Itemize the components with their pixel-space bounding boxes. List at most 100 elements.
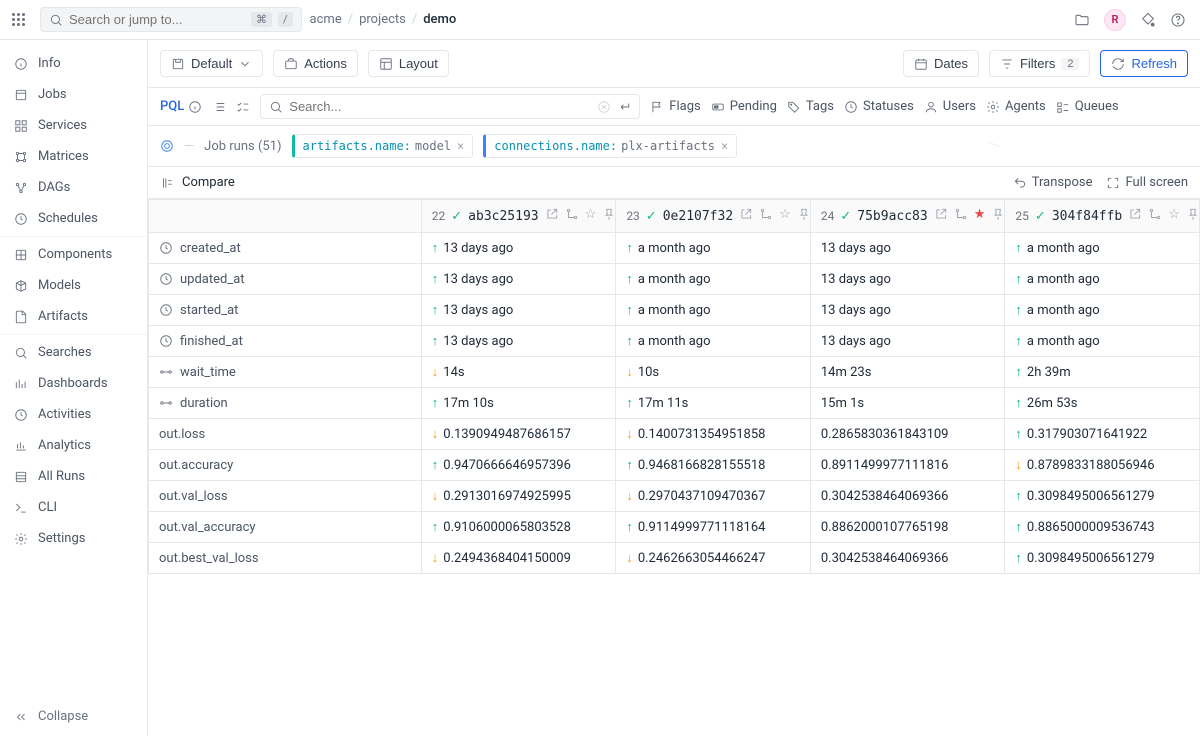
chip-remove[interactable]: ×: [457, 139, 464, 153]
statuses-filter[interactable]: Statuses: [844, 99, 914, 114]
settings-icon: [14, 532, 28, 546]
branch-icon[interactable]: [565, 207, 579, 225]
breadcrumb-item[interactable]: projects: [359, 12, 406, 27]
list-icon[interactable]: [212, 100, 226, 114]
global-search[interactable]: ⌘ /: [40, 7, 302, 32]
enter-icon[interactable]: [617, 100, 631, 114]
arrow-up-icon: [1015, 488, 1022, 504]
run-column-header[interactable]: 23✓0e2107f32☆: [626, 207, 800, 225]
pin-icon[interactable]: [1186, 207, 1200, 225]
pin-icon[interactable]: [797, 207, 811, 225]
metric-cell: 0.9106000065803528: [432, 519, 606, 535]
checklist-icon[interactable]: [236, 100, 250, 114]
sidebar-label: Jobs: [38, 87, 67, 102]
sidebar-item-artifacts[interactable]: Artifacts: [0, 301, 147, 332]
default-dropdown[interactable]: Default: [160, 50, 263, 77]
global-search-input[interactable]: [69, 12, 245, 27]
folder-icon[interactable]: [1074, 12, 1090, 28]
metric-cell: 0.3098495006561279: [1015, 550, 1189, 566]
sidebar-label: Components: [38, 247, 112, 262]
arrow-up-icon: [1015, 519, 1022, 535]
sidebar-item-cli[interactable]: CLI: [0, 492, 147, 523]
check-icon: ✓: [451, 209, 462, 224]
allruns-icon: [14, 470, 28, 484]
clock-icon: [844, 100, 858, 114]
chipbar: — Job runs (51) artifacts.name: model× c…: [148, 126, 1200, 167]
breadcrumb-item[interactable]: demo: [423, 12, 456, 27]
fullscreen-button[interactable]: Full screen: [1106, 175, 1188, 190]
sidebar-item-analytics[interactable]: Analytics: [0, 430, 147, 461]
filters-button[interactable]: Filters2: [989, 50, 1091, 77]
open-icon[interactable]: [545, 207, 559, 225]
sidebar-item-models[interactable]: Models: [0, 270, 147, 301]
breadcrumb-item[interactable]: acme: [310, 12, 342, 27]
arrow-up-icon: [1015, 550, 1022, 566]
sidebar-item-components[interactable]: Components: [0, 239, 147, 270]
sidebar-item-dashboards[interactable]: Dashboards: [0, 368, 147, 399]
star-icon[interactable]: ☆: [585, 207, 597, 225]
table-row: finished_at13 days agoa month ago13 days…: [149, 326, 1200, 357]
arrow-up-icon: [432, 519, 439, 535]
tags-filter[interactable]: Tags: [787, 99, 834, 114]
agents-filter[interactable]: Agents: [986, 99, 1046, 114]
layout-button[interactable]: Layout: [368, 50, 449, 77]
dates-button[interactable]: Dates: [903, 50, 979, 77]
sidebar-item-searches[interactable]: Searches: [0, 337, 147, 368]
run-column-header[interactable]: 25✓304f84ffb☆: [1015, 207, 1189, 225]
arrow-up-icon: [626, 457, 633, 473]
chip-remove[interactable]: ×: [721, 139, 728, 153]
table-row: wait_time14s10s14m 23s2h 39m: [149, 357, 1200, 388]
sidebar-item-matrices[interactable]: Matrices: [0, 141, 147, 172]
pin-icon[interactable]: [602, 207, 616, 225]
clear-icon[interactable]: [597, 100, 611, 114]
filter-chip-artifacts[interactable]: artifacts.name: model×: [292, 134, 474, 158]
run-column-header[interactable]: 24✓75b9acc83★: [821, 207, 995, 225]
metric-cell: 13 days ago: [821, 241, 995, 256]
sidebar-collapse[interactable]: Collapse: [0, 697, 147, 736]
compare-table: 22✓ab3c25193☆ 23✓0e2107f32☆ 24✓75b9acc83★ 2…: [148, 199, 1200, 574]
refresh-button[interactable]: Refresh: [1100, 50, 1188, 77]
pql-toggle[interactable]: PQL: [160, 99, 202, 114]
branch-icon[interactable]: [1148, 207, 1162, 225]
star-icon[interactable]: ★: [974, 207, 986, 225]
branch-icon[interactable]: [954, 207, 968, 225]
star-icon[interactable]: ☆: [1168, 207, 1180, 225]
open-icon[interactable]: [739, 207, 753, 225]
transpose-button[interactable]: Transpose: [1013, 175, 1093, 190]
matrices-icon: [14, 150, 28, 164]
save-icon: [171, 57, 185, 71]
arrow-up-icon: [1015, 395, 1022, 411]
filter-search-input[interactable]: [289, 99, 591, 114]
arrow-up-icon: [432, 302, 439, 318]
sidebar-item-all-runs[interactable]: All Runs: [0, 461, 147, 492]
open-icon[interactable]: [1128, 207, 1142, 225]
open-icon[interactable]: [934, 207, 948, 225]
metric-cell: 0.8862000107765198: [821, 520, 995, 535]
sidebar-item-activities[interactable]: Activities: [0, 399, 147, 430]
help-icon[interactable]: [1170, 12, 1186, 28]
app-grip-icon[interactable]: [8, 9, 32, 30]
run-column-header[interactable]: 22✓ab3c25193☆: [432, 207, 606, 225]
filter-chip-connections[interactable]: connections.name: plx-artifacts×: [483, 134, 737, 158]
avatar[interactable]: R: [1104, 9, 1126, 31]
flags-filter[interactable]: Flags: [650, 99, 700, 114]
paint-icon[interactable]: [1140, 12, 1156, 28]
sidebar-item-jobs[interactable]: Jobs: [0, 79, 147, 110]
filter-search[interactable]: [260, 94, 640, 119]
actions-button[interactable]: Actions: [273, 50, 358, 77]
sidebar-label: Services: [38, 118, 87, 133]
queues-filter[interactable]: Queues: [1056, 99, 1119, 114]
metric-cell: a month ago: [1015, 271, 1189, 287]
target-icon[interactable]: [160, 139, 174, 153]
pending-filter[interactable]: Pending: [711, 99, 777, 114]
pin-icon[interactable]: [991, 207, 1005, 225]
sidebar-item-info[interactable]: Info: [0, 48, 147, 79]
star-icon[interactable]: ☆: [779, 207, 791, 225]
filterbar: PQL Flags Pending Tags Statuses Users Ag…: [148, 88, 1200, 126]
sidebar-item-dags[interactable]: DAGs: [0, 172, 147, 203]
sidebar-item-schedules[interactable]: Schedules: [0, 203, 147, 234]
sidebar-item-settings[interactable]: Settings: [0, 523, 147, 554]
branch-icon[interactable]: [759, 207, 773, 225]
sidebar-item-services[interactable]: Services: [0, 110, 147, 141]
users-filter[interactable]: Users: [924, 99, 976, 114]
